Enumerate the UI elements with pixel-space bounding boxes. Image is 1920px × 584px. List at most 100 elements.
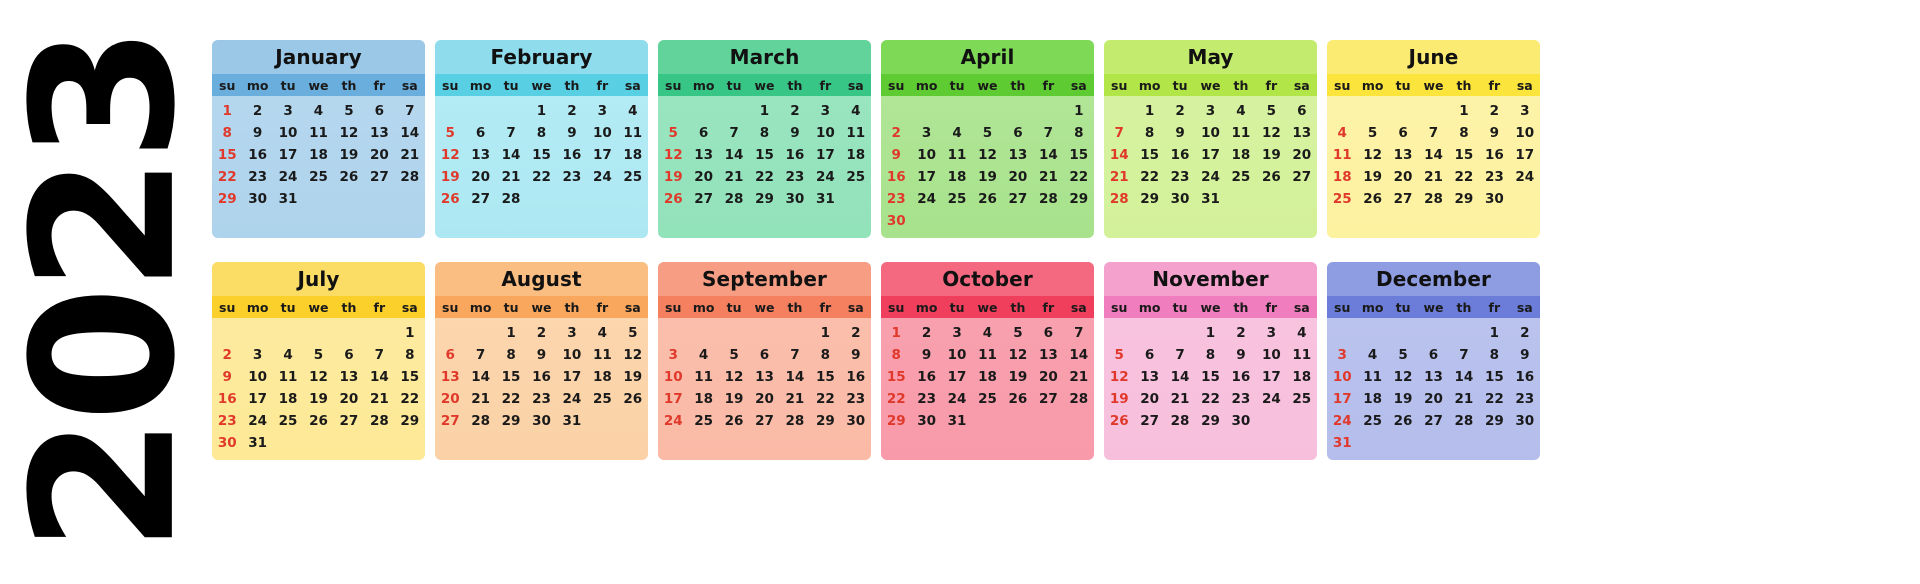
day-cell[interactable]: 28 [1418,188,1448,210]
day-cell[interactable]: 30 [841,410,871,432]
day-cell[interactable]: 6 [435,344,465,366]
day-cell[interactable]: 19 [1256,144,1286,166]
day-cell[interactable]: 5 [1388,344,1418,366]
day-cell[interactable]: 26 [1357,188,1387,210]
day-cell[interactable]: 8 [881,344,911,366]
day-cell[interactable]: 16 [841,366,871,388]
day-cell[interactable]: 18 [587,366,617,388]
day-cell[interactable]: 30 [1165,188,1195,210]
day-cell[interactable]: 25 [942,188,972,210]
day-cell[interactable]: 20 [1033,366,1063,388]
day-cell[interactable]: 22 [496,388,526,410]
day-cell[interactable]: 18 [841,144,871,166]
day-cell[interactable]: 9 [780,122,810,144]
day-cell[interactable]: 11 [1226,122,1256,144]
day-cell[interactable]: 16 [911,366,941,388]
day-cell[interactable]: 5 [303,344,333,366]
day-cell[interactable]: 2 [1165,100,1195,122]
day-cell[interactable]: 13 [1287,122,1317,144]
day-cell[interactable]: 22 [212,166,242,188]
day-cell[interactable]: 21 [364,388,394,410]
day-cell[interactable]: 1 [496,322,526,344]
day-cell[interactable]: 22 [749,166,779,188]
day-cell[interactable]: 16 [881,166,911,188]
day-cell[interactable]: 5 [334,100,364,122]
day-cell[interactable]: 29 [496,410,526,432]
day-cell[interactable]: 10 [810,122,840,144]
day-cell[interactable]: 30 [1226,410,1256,432]
day-cell[interactable]: 5 [1357,122,1387,144]
day-cell[interactable]: 23 [911,388,941,410]
day-cell[interactable]: 2 [557,100,587,122]
day-cell[interactable]: 14 [465,366,495,388]
day-cell[interactable]: 22 [395,388,425,410]
day-cell[interactable]: 24 [1327,410,1357,432]
day-cell[interactable]: 2 [841,322,871,344]
day-cell[interactable]: 29 [810,410,840,432]
day-cell[interactable]: 22 [1449,166,1479,188]
day-cell[interactable]: 21 [465,388,495,410]
day-cell[interactable]: 14 [1033,144,1063,166]
day-cell[interactable]: 22 [1195,388,1225,410]
day-cell[interactable]: 15 [1134,144,1164,166]
day-cell[interactable]: 3 [810,100,840,122]
day-cell[interactable]: 10 [658,366,688,388]
day-cell[interactable]: 14 [496,144,526,166]
day-cell[interactable]: 16 [1226,366,1256,388]
day-cell[interactable]: 15 [1064,144,1094,166]
day-cell[interactable]: 8 [496,344,526,366]
day-cell[interactable]: 11 [303,122,333,144]
day-cell[interactable]: 26 [1104,410,1134,432]
day-cell[interactable]: 27 [688,188,718,210]
day-cell[interactable]: 3 [658,344,688,366]
day-cell[interactable]: 26 [658,188,688,210]
day-cell[interactable]: 13 [364,122,394,144]
day-cell[interactable]: 6 [465,122,495,144]
day-cell[interactable]: 15 [212,144,242,166]
day-cell[interactable]: 27 [1134,410,1164,432]
day-cell[interactable]: 13 [1033,344,1063,366]
day-cell[interactable]: 28 [395,166,425,188]
day-cell[interactable]: 28 [1033,188,1063,210]
day-cell[interactable]: 3 [1256,322,1286,344]
day-cell[interactable]: 7 [1033,122,1063,144]
day-cell[interactable]: 6 [749,344,779,366]
day-cell[interactable]: 26 [1256,166,1286,188]
day-cell[interactable]: 2 [911,322,941,344]
day-cell[interactable]: 26 [1388,410,1418,432]
day-cell[interactable]: 6 [1287,100,1317,122]
day-cell[interactable]: 7 [780,344,810,366]
day-cell[interactable]: 13 [435,366,465,388]
day-cell[interactable]: 19 [435,166,465,188]
day-cell[interactable]: 5 [972,122,1002,144]
day-cell[interactable]: 3 [1510,100,1540,122]
day-cell[interactable]: 13 [749,366,779,388]
day-cell[interactable]: 16 [1510,366,1540,388]
day-cell[interactable]: 6 [364,100,394,122]
day-cell[interactable]: 22 [1479,388,1509,410]
day-cell[interactable]: 25 [688,410,718,432]
day-cell[interactable]: 28 [719,188,749,210]
day-cell[interactable]: 29 [881,410,911,432]
day-cell[interactable]: 20 [1418,388,1448,410]
day-cell[interactable]: 30 [911,410,941,432]
day-cell[interactable]: 11 [587,344,617,366]
day-cell[interactable]: 9 [1510,344,1540,366]
day-cell[interactable]: 20 [749,388,779,410]
day-cell[interactable]: 11 [618,122,648,144]
day-cell[interactable]: 25 [841,166,871,188]
day-cell[interactable]: 23 [1165,166,1195,188]
day-cell[interactable]: 20 [465,166,495,188]
day-cell[interactable]: 15 [1195,366,1225,388]
day-cell[interactable]: 1 [526,100,556,122]
day-cell[interactable]: 27 [749,410,779,432]
day-cell[interactable]: 8 [749,122,779,144]
day-cell[interactable]: 7 [1165,344,1195,366]
day-cell[interactable]: 20 [334,388,364,410]
day-cell[interactable]: 12 [1104,366,1134,388]
day-cell[interactable]: 12 [618,344,648,366]
day-cell[interactable]: 12 [719,366,749,388]
day-cell[interactable]: 30 [526,410,556,432]
day-cell[interactable]: 21 [1449,388,1479,410]
day-cell[interactable]: 1 [212,100,242,122]
